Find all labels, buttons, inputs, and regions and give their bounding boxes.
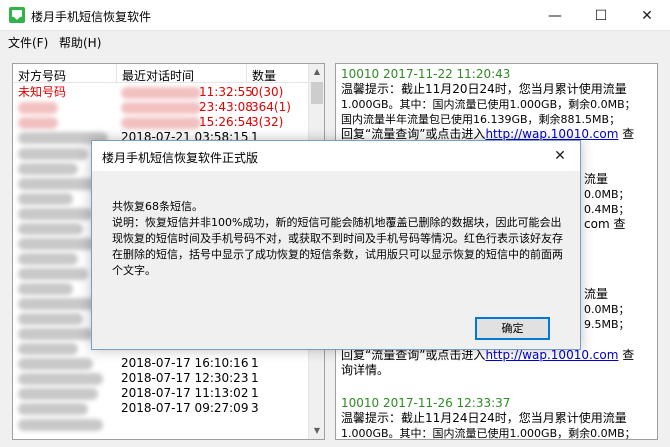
blurred-row xyxy=(18,148,88,160)
app-message-icon xyxy=(9,7,25,23)
blurred-number xyxy=(18,373,103,385)
blurred-row xyxy=(18,163,78,175)
title-bar: 楼月手机短信恢复软件 — ☐ ✕ xyxy=(0,0,670,31)
close-button[interactable]: ✕ xyxy=(624,0,670,31)
scroll-thumb[interactable] xyxy=(311,82,323,104)
contact-time: 2018-07-17 16:10:16 xyxy=(121,356,249,370)
contact-time: 2018-07-17 09:27:09 xyxy=(121,401,249,415)
blurred-row xyxy=(18,178,98,190)
dialog-title: 楼月手机短信恢复软件正式版 xyxy=(102,151,259,165)
message-text-part: 查 xyxy=(618,127,635,141)
blurred-number xyxy=(18,117,58,129)
blurred-date xyxy=(121,102,201,114)
message-text: 询详情。 xyxy=(341,363,390,377)
menu-help[interactable]: 帮助(H) xyxy=(59,34,101,51)
blurred-row xyxy=(18,253,78,265)
blurred-number xyxy=(18,388,98,400)
blurred-number xyxy=(18,403,88,415)
message-header: 10010 2017-11-26 12:33:37 xyxy=(341,396,511,410)
message-text: 0.4MB； xyxy=(584,203,630,216)
header-time[interactable]: 最近对话时间 xyxy=(117,64,247,83)
contact-count: 3(32) xyxy=(251,115,284,129)
blurred-row xyxy=(18,313,83,325)
header-number[interactable]: 对方号码 xyxy=(13,64,117,83)
scroll-down-icon[interactable]: ▼ xyxy=(309,423,324,439)
dialog-summary: 共恢复68条短信。 xyxy=(112,200,203,213)
message-link[interactable]: http://wap.10010.com xyxy=(485,348,618,362)
dialog-message: 共恢复68条短信。 说明：恢复短信并非100%成功，新的短信可能会随机地覆盖已删… xyxy=(112,199,572,279)
message-text: 1.000GB。其中：国内流量已使用1.000GB，剩余0.0MB； xyxy=(341,427,636,440)
blurred-date xyxy=(121,117,201,129)
blurred-row xyxy=(18,268,88,280)
blurred-row xyxy=(18,193,73,205)
contact-time: 2018-07-17 12:30:23 xyxy=(121,371,249,385)
info-dialog: 楼月手机短信恢复软件正式版 ✕ 共恢复68条短信。 说明：恢复短信并非100%成… xyxy=(91,140,581,350)
message-header: 10010 2017-11-22 11:20:43 xyxy=(341,67,511,81)
contact-row[interactable]: 未知号码 11:32:55 0(30) xyxy=(13,85,310,100)
contact-count: 0(30) xyxy=(251,85,284,99)
message-text: 0.0MB； xyxy=(584,188,630,201)
message-text-part: 回复“流量查询”或点击进入 xyxy=(341,348,486,362)
blurred-number xyxy=(18,358,93,370)
message-text: com 查 xyxy=(584,217,626,231)
contact-count: 1 xyxy=(251,356,259,370)
header-count[interactable]: 数量 xyxy=(247,64,310,83)
maximize-button[interactable]: ☐ xyxy=(578,0,624,31)
message-text: 国内流量半年流量包已使用16.139GB，剩余881.5MB； xyxy=(341,113,621,126)
message-text: 流量 xyxy=(584,172,609,186)
message-text: 流量 xyxy=(584,287,609,301)
message-text-part: 回复“流量查询”或点击进入 xyxy=(341,127,486,141)
contact-count: 364(1) xyxy=(251,100,291,114)
message-text: 0.0MB； xyxy=(584,303,630,316)
contact-time: 2018-07-17 11:13:02 xyxy=(121,386,249,400)
blurred-number xyxy=(18,102,58,114)
contact-row[interactable]: 2018-07-17 12:30:23 1 xyxy=(13,371,310,386)
message-text: 1.000GB。其中：国内流量已使用1.000GB，剩余0.0MB； xyxy=(341,98,636,111)
blurred-row xyxy=(18,419,103,431)
blurred-row xyxy=(18,343,78,355)
blurred-row xyxy=(18,283,73,295)
dialog-description: 说明：恢复短信并非100%成功，新的短信可能会随机地覆盖已删除的数据块，因此可能… xyxy=(112,216,563,277)
contact-count: 1 xyxy=(251,371,259,385)
dialog-close-button[interactable]: ✕ xyxy=(548,145,572,167)
blurred-row xyxy=(18,208,93,220)
blurred-date xyxy=(121,87,201,99)
contact-count: 3 xyxy=(251,401,259,415)
contact-row[interactable]: 23:43:08 364(1) xyxy=(13,100,310,115)
contact-row[interactable]: 15:26:54 3(32) xyxy=(13,115,310,130)
menu-bar: 文件(F) 帮助(H) xyxy=(0,31,670,52)
blurred-row xyxy=(18,298,98,310)
message-text: 温馨提示：截止11月20日24时，您当月累计使用流量 xyxy=(341,82,627,96)
contact-row[interactable]: 2018-07-17 16:10:16 1 xyxy=(13,356,310,371)
contact-row[interactable]: 2018-07-17 09:27:09 3 xyxy=(13,401,310,416)
message-text: 回复“流量查询”或点击进入http://wap.10010.com 查 xyxy=(341,348,634,363)
message-text-part: 查 xyxy=(618,348,635,362)
contact-number: 未知号码 xyxy=(18,85,67,99)
minimize-button[interactable]: — xyxy=(532,0,578,31)
contact-row[interactable]: 2018-07-17 11:13:02 1 xyxy=(13,386,310,401)
blurred-row xyxy=(18,223,83,235)
scroll-up-icon[interactable]: ▲ xyxy=(309,64,324,80)
message-link[interactable]: http://wap.10010.com xyxy=(485,127,618,141)
contact-count: 1 xyxy=(251,386,259,400)
dialog-title-bar: 楼月手机短信恢复软件正式版 ✕ xyxy=(92,141,580,171)
blurred-row xyxy=(18,328,93,340)
menu-file[interactable]: 文件(F) xyxy=(8,34,48,51)
ok-button[interactable]: 确定 xyxy=(475,317,550,340)
message-text: 9.5MB； xyxy=(584,318,630,331)
window-title: 楼月手机短信恢复软件 xyxy=(31,10,152,24)
message-text: 温馨提示：截止11月24日24时，您当月累计使用流量 xyxy=(341,411,627,425)
